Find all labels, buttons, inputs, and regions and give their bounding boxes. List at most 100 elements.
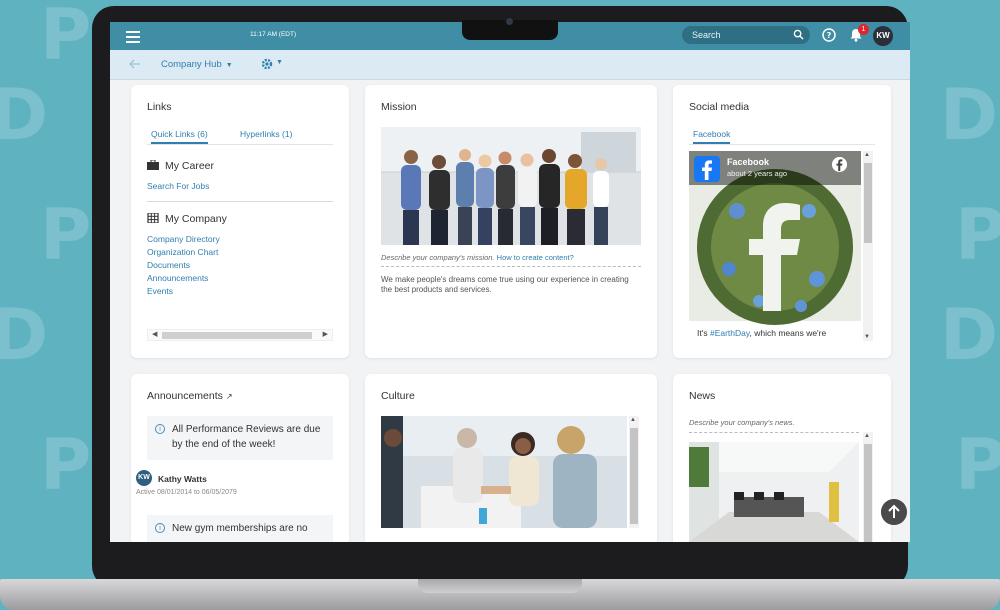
scrollbar-thumb[interactable] xyxy=(864,444,872,542)
post-age: about 2 years ago xyxy=(727,169,788,178)
tab-divider xyxy=(147,144,333,145)
background-logo-mark: P xyxy=(955,194,1000,276)
announcements-title-text: Announcements xyxy=(147,390,223,402)
my-company-title: My Company xyxy=(165,213,227,225)
facebook-page-avatar xyxy=(694,156,720,182)
laptop-hinge-notch xyxy=(418,579,582,593)
link-announcements[interactable]: Announcements xyxy=(147,273,208,283)
link-organization-chart[interactable]: Organization Chart xyxy=(147,247,218,257)
my-career-title: My Career xyxy=(165,160,215,172)
tab-quick-links[interactable]: Quick Links (6) xyxy=(151,129,208,144)
mission-statement: We make people's dreams come true using … xyxy=(381,275,629,294)
info-icon: i xyxy=(155,424,165,434)
tab-hyperlinks[interactable]: Hyperlinks (1) xyxy=(240,129,292,139)
my-career-heading: My Career xyxy=(147,160,214,172)
building-icon xyxy=(147,213,159,223)
facebook-post-header: Facebook about 2 years ago xyxy=(689,151,853,185)
background-logo-mark: D xyxy=(0,294,49,376)
background-logo-mark: P xyxy=(40,194,92,276)
link-documents[interactable]: Documents xyxy=(147,260,190,270)
scroll-left-icon[interactable]: ◀ xyxy=(152,330,157,338)
briefcase-icon xyxy=(147,160,159,170)
news-card-title: News xyxy=(689,390,716,402)
background-logo-mark: D xyxy=(940,294,999,376)
links-card: Links Quick Links (6) Hyperlinks (1) My … xyxy=(131,85,349,358)
hub-title: Company Hub xyxy=(161,59,222,70)
arrow-up-icon[interactable] xyxy=(881,499,907,525)
scroll-right-icon[interactable]: ▶ xyxy=(323,330,328,338)
gear-icon xyxy=(261,58,273,70)
social-media-card: Social media Facebook Facebook about 2 y… xyxy=(673,85,891,358)
facebook-post[interactable]: Facebook about 2 years ago It's #EarthDa… xyxy=(689,151,861,341)
scroll-up-icon[interactable]: ▲ xyxy=(630,417,636,423)
hashtag-link[interactable]: #EarthDay xyxy=(710,328,750,338)
announcement-active-dates: Active 08/01/2014 to 06/05/2079 xyxy=(136,489,237,496)
svg-text:?: ? xyxy=(827,31,832,40)
background-logo-mark: P xyxy=(955,424,1000,506)
my-company-heading: My Company xyxy=(147,213,227,225)
link-events[interactable]: Events xyxy=(147,286,173,296)
scrollbar-thumb[interactable] xyxy=(162,332,312,339)
background-logo-mark: D xyxy=(940,74,999,156)
horizontal-scrollbar[interactable]: ◀ ▶ xyxy=(147,329,333,341)
tab-facebook[interactable]: Facebook xyxy=(693,129,731,144)
search-input[interactable]: Search xyxy=(682,26,810,44)
news-card: News Describe your company's news. ▲ xyxy=(673,374,891,542)
chevron-down-icon: ▼ xyxy=(276,59,283,66)
announcement-item[interactable]: i New gym memberships are no xyxy=(147,515,333,542)
news-caption: Describe your company's news. xyxy=(689,418,795,427)
announcement-item[interactable]: i All Performance Reviews are due by the… xyxy=(147,416,333,460)
culture-card-title: Culture xyxy=(381,390,415,402)
mission-card-title: Mission xyxy=(381,101,417,113)
webcam xyxy=(506,18,513,25)
user-avatar[interactable]: KW xyxy=(873,26,893,46)
link-search-for-jobs[interactable]: Search For Jobs xyxy=(147,181,209,191)
team-photo xyxy=(381,127,641,245)
scroll-down-icon[interactable]: ▼ xyxy=(864,334,870,340)
tab-divider xyxy=(689,144,875,145)
vertical-scrollbar[interactable]: ▲ ▼ xyxy=(863,151,873,341)
links-card-title: Links xyxy=(147,101,172,113)
author-name[interactable]: Kathy Watts xyxy=(158,474,207,484)
author-avatar: KW xyxy=(136,470,152,486)
facebook-post-text: It's #EarthDay, which means we're xyxy=(697,328,826,338)
menu-icon[interactable] xyxy=(126,28,140,44)
social-card-title: Social media xyxy=(689,101,750,113)
scrollbar-thumb[interactable] xyxy=(864,163,872,243)
scroll-up-icon[interactable]: ▲ xyxy=(864,152,870,158)
search-icon[interactable] xyxy=(793,29,804,40)
external-link-icon: ↗ xyxy=(225,392,233,401)
clock-time: 11:17 AM (EDT) xyxy=(250,31,297,38)
post-text-end: , which means we're xyxy=(749,328,827,338)
mission-card: Mission Describe your company's mission.… xyxy=(365,85,657,358)
notification-badge: 1 xyxy=(858,24,869,35)
scrollbar-thumb[interactable] xyxy=(630,428,638,524)
vertical-scrollbar[interactable]: ▲ xyxy=(863,432,873,542)
chevron-down-icon: ▼ xyxy=(225,62,233,69)
help-icon[interactable]: ? xyxy=(821,27,837,43)
background-logo-mark: P xyxy=(40,0,92,76)
facebook-icon[interactable] xyxy=(832,157,847,172)
announcements-card-title[interactable]: Announcements ↗ xyxy=(147,390,233,402)
caption-divider xyxy=(381,266,641,267)
culture-photo xyxy=(381,416,627,528)
announcement-text: All Performance Reviews are due by the e… xyxy=(172,424,321,450)
background-logo-mark: D xyxy=(0,74,49,156)
mission-caption-text: Describe your company's mission. xyxy=(381,253,495,262)
hub-selector[interactable]: Company Hub ▼ xyxy=(161,59,233,70)
caption-divider xyxy=(689,432,859,433)
settings-dropdown[interactable]: ▼ xyxy=(260,56,286,72)
facebook-page-name[interactable]: Facebook xyxy=(727,157,769,167)
link-company-directory[interactable]: Company Directory xyxy=(147,234,220,244)
search-placeholder: Search xyxy=(692,30,721,40)
how-to-create-content-link[interactable]: How to create content? xyxy=(497,253,574,262)
section-divider xyxy=(147,201,333,202)
app-screen: 11:17 AM (EDT) Search ? 1 KW Company Hub… xyxy=(110,22,910,542)
culture-card: Culture ▲ xyxy=(365,374,657,542)
news-photo xyxy=(689,442,859,542)
background-logo-mark: P xyxy=(40,424,92,506)
back-arrow-icon[interactable] xyxy=(128,57,142,71)
info-icon: i xyxy=(155,523,165,533)
scroll-up-icon[interactable]: ▲ xyxy=(864,433,870,439)
vertical-scrollbar[interactable]: ▲ xyxy=(629,416,639,528)
